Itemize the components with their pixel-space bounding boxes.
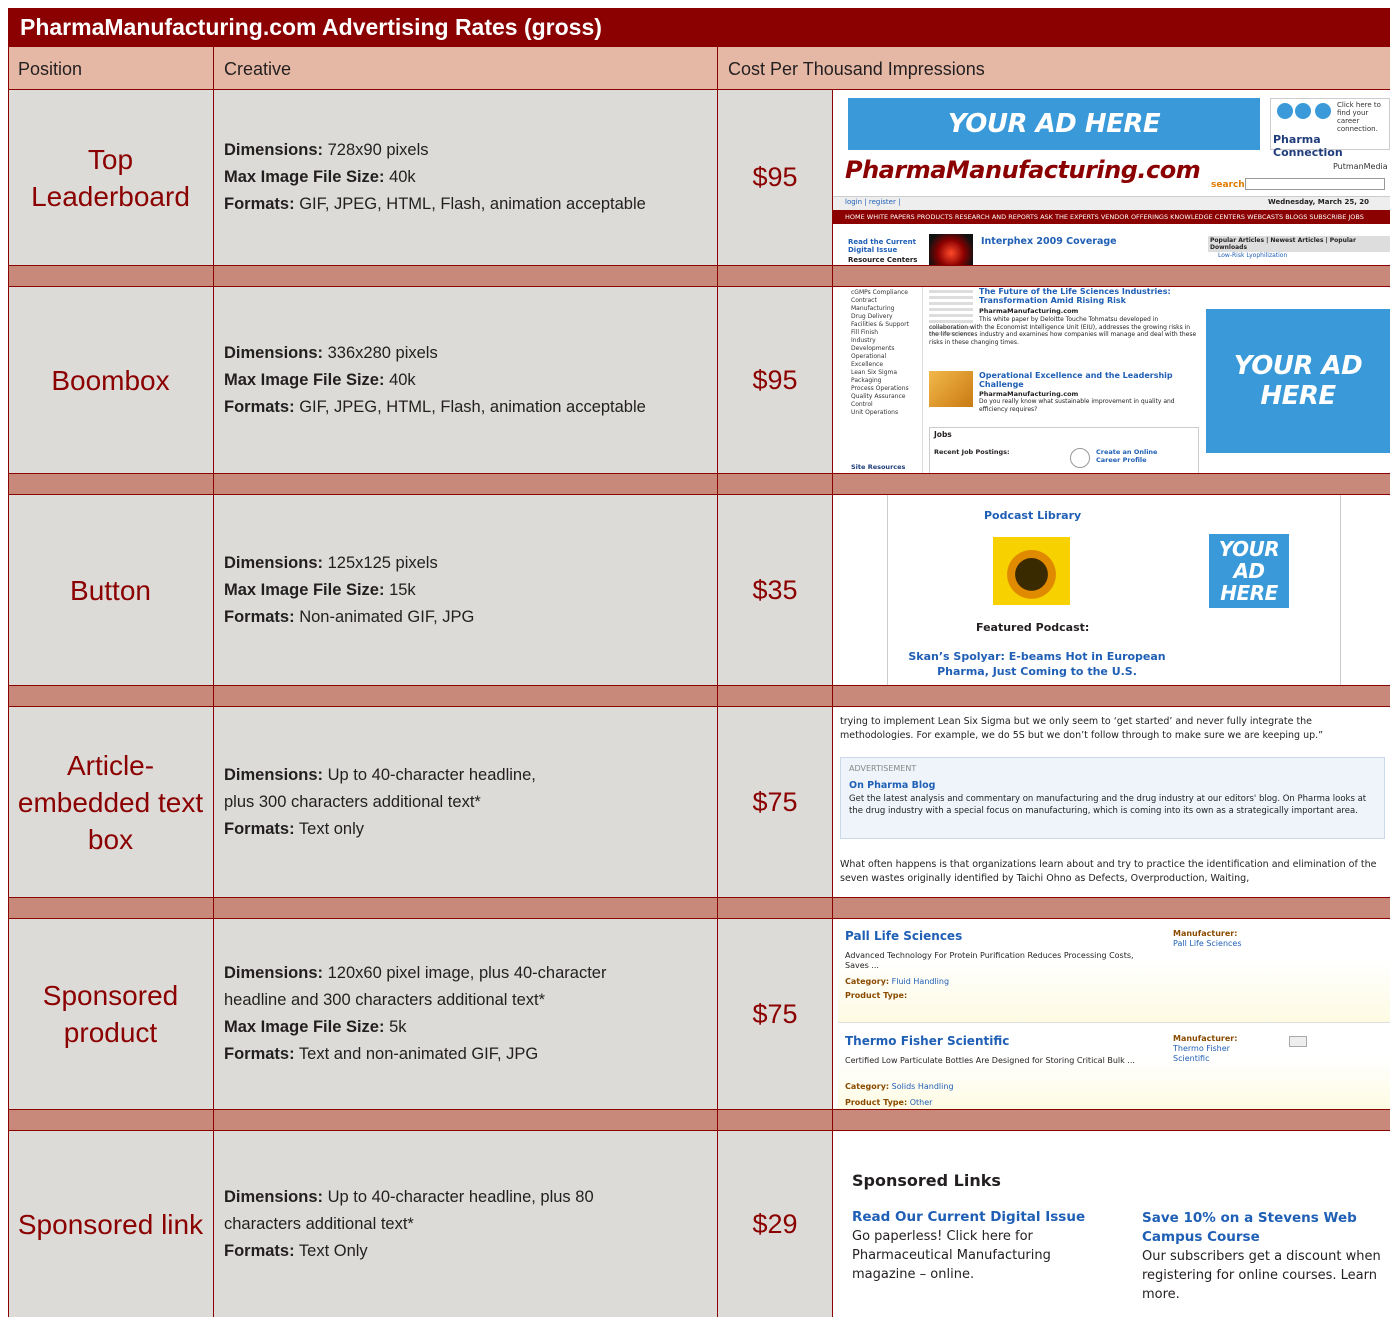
cost-cell: $75 xyxy=(718,707,832,897)
table-header: Position Creative Cost Per Thousand Impr… xyxy=(8,46,1390,90)
person-icon xyxy=(1277,103,1293,119)
person-icon xyxy=(1315,103,1331,119)
product-card: Pall Life Sciences Advanced Technology F… xyxy=(838,919,1390,1023)
podcast-globe-image xyxy=(993,537,1070,605)
compass-icon xyxy=(1070,448,1090,468)
product-card: Thermo Fisher Scientific Certified Low P… xyxy=(838,1024,1390,1109)
ad-placeholder: YOUR AD HERE xyxy=(1209,534,1289,608)
position-cell: Top Leaderboard xyxy=(8,90,213,265)
sidebar-menu: cGMPs Compliance Contract Manufacturing Dr… xyxy=(843,287,922,417)
table-row: Button Dimensions: 125x125 pixels Max Im… xyxy=(8,495,1390,685)
table-row: Sponsored product Dimensions: 120x60 pix… xyxy=(8,919,1390,1109)
table-row: Article-embedded text box Dimensions: Up… xyxy=(8,707,1390,897)
sidebar-item[interactable]: cGMPs Compliance xyxy=(851,289,918,297)
sidebar-item[interactable]: Process Operations xyxy=(851,385,918,393)
person-icon xyxy=(1295,103,1311,119)
position-cell: Sponsored link xyxy=(8,1131,213,1317)
site-nav[interactable]: HOME WHITE PAPERS PRODUCTS RESEARCH AND … xyxy=(833,210,1390,224)
sidebar-item[interactable]: Packaging xyxy=(851,377,918,385)
sidebar-item[interactable]: Lean Six Sigma xyxy=(851,369,918,377)
ad-placeholder: YOUR AD HERE xyxy=(1206,309,1390,453)
sidebar-item[interactable]: Industry Developments xyxy=(851,337,918,353)
cost-cell: $35 xyxy=(718,495,832,685)
creative-cell: Dimensions: 728x90 pixels Max Image File… xyxy=(214,90,717,265)
table-row: Sponsored link Dimensions: Up to 40-char… xyxy=(8,1131,1390,1317)
cost-cell: $29 xyxy=(718,1131,832,1317)
sidebar-item[interactable]: Contract Manufacturing xyxy=(851,297,918,313)
advertisement-box: ADVERTISEMENT On Pharma Blog Get the lat… xyxy=(840,757,1385,839)
article-thumbnail xyxy=(929,371,973,407)
boombox-screenshot: cGMPs Compliance Contract Manufacturing Dr… xyxy=(833,287,1390,473)
table-title: PharmaManufacturing.com Advertising Rate… xyxy=(8,8,1390,46)
textbox-screenshot: trying to implement Lean Six Sigma but w… xyxy=(833,707,1390,897)
candle-image xyxy=(929,234,973,265)
rates-table: PharmaManufacturing.com Advertising Rate… xyxy=(8,8,1390,1317)
search-input[interactable] xyxy=(1245,178,1385,190)
creative-cell: Dimensions: 336x280 pixels Max Image Fil… xyxy=(214,287,717,473)
sidebar-item[interactable]: Drug Delivery xyxy=(851,313,918,321)
product-screenshot: Pall Life Sciences Advanced Technology F… xyxy=(833,919,1390,1109)
sidebar-item[interactable]: Unit Operations xyxy=(851,409,918,417)
broken-image-icon xyxy=(1289,1036,1307,1047)
creative-cell: Dimensions: 120x60 pixel image, plus 40-… xyxy=(214,919,717,1109)
creative-cell: Dimensions: Up to 40-character headline,… xyxy=(214,1131,717,1317)
cost-cell: $95 xyxy=(718,287,832,473)
button-screenshot: Podcast Library Featured Podcast: Skan’s… xyxy=(833,495,1390,685)
sidebar-item[interactable]: Facilities & Support xyxy=(851,321,918,329)
position-cell: Article-embedded text box xyxy=(8,707,213,897)
header-creative: Creative xyxy=(224,59,292,79)
cost-cell: $75 xyxy=(718,919,832,1109)
table-row: Top Leaderboard Dimensions: 728x90 pixel… xyxy=(8,90,1390,265)
links-screenshot: Sponsored Links Read Our Current Digital… xyxy=(833,1131,1390,1317)
creative-cell: Dimensions: Up to 40-character headline,… xyxy=(214,707,717,897)
ad-placeholder: YOUR AD HERE xyxy=(848,98,1260,150)
sidebar-item[interactable]: Fill Finish xyxy=(851,329,918,337)
position-cell: Boombox xyxy=(8,287,213,473)
site-logo: PharmaManufacturing.com xyxy=(845,156,1201,184)
creative-cell: Dimensions: 125x125 pixels Max Image Fil… xyxy=(214,495,717,685)
sidebar-item[interactable]: Operational Excellence xyxy=(851,353,918,369)
sidebar-item[interactable]: Quality Assurance Control xyxy=(851,393,918,409)
leaderboard-screenshot: YOUR AD HERE Click here to find your car… xyxy=(833,90,1390,265)
career-ad: Click here to find your career connectio… xyxy=(1270,98,1390,159)
cost-cell: $95 xyxy=(718,90,832,265)
header-position: Position xyxy=(18,59,83,79)
position-cell: Sponsored product xyxy=(8,919,213,1109)
table-row: Boombox Dimensions: 336x280 pixels Max I… xyxy=(8,287,1390,473)
header-cost: Cost Per Thousand Impressions xyxy=(728,59,985,79)
position-cell: Button xyxy=(8,495,213,685)
